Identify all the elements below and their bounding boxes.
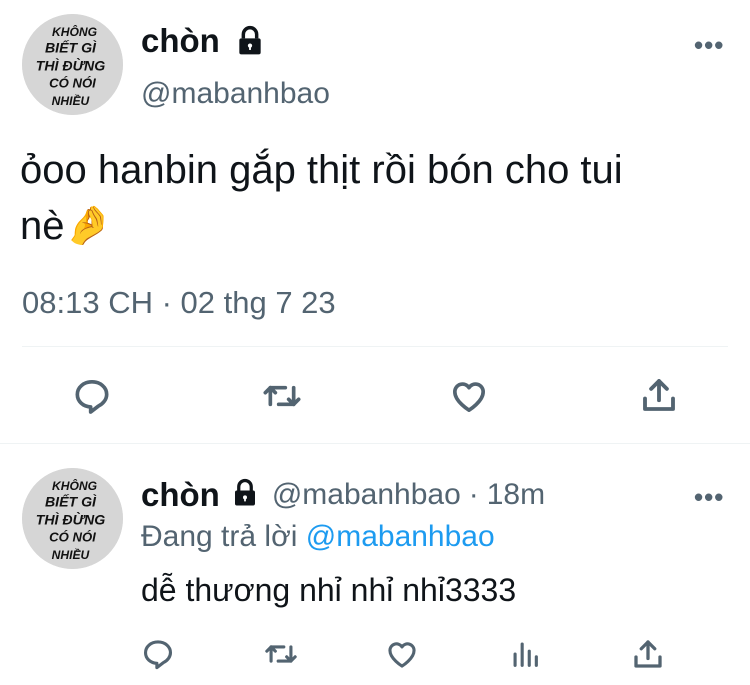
svg-text:CÓ NÓI: CÓ NÓI: [49, 76, 96, 91]
reply-icon[interactable]: [141, 637, 175, 676]
replying-prefix: Đang trả lời: [141, 520, 298, 553]
reply-header: chòn @mabanhbao · 18m: [141, 476, 545, 514]
svg-text:THÌ ĐỪNG: THÌ ĐỪNG: [36, 511, 106, 528]
retweet-icon[interactable]: [260, 376, 304, 421]
reply-display-name[interactable]: chòn: [141, 476, 220, 514]
svg-text:KHÔNG: KHÔNG: [52, 24, 98, 39]
like-icon[interactable]: [384, 637, 420, 676]
pinched-fingers-emoji: 🤌: [64, 205, 112, 247]
tweet-text-line-2: nè: [20, 204, 65, 248]
retweet-icon[interactable]: [262, 637, 300, 676]
svg-text:NHIỀU: NHIỀU: [52, 547, 90, 562]
handle[interactable]: @mabanhbao: [141, 77, 330, 111]
timestamp[interactable]: 08:13 CH · 02 thg 7 23: [22, 285, 336, 321]
avatar-image: KHÔNG BIẾT GÌ THÌ ĐỪNG CÓ NÓI NHIỀU: [22, 14, 123, 115]
share-icon[interactable]: [638, 374, 680, 421]
svg-text:CÓ NÓI: CÓ NÓI: [49, 530, 96, 545]
tweet-text-line: ỏoo hanbin gắp thịt rồi bón cho tui: [20, 148, 623, 192]
replying-to-mention[interactable]: @mabanhbao: [306, 520, 495, 553]
divider: [22, 346, 728, 347]
tweet-text-line: nè 🤌: [20, 198, 740, 254]
reply-handle[interactable]: @mabanhbao: [272, 478, 461, 512]
more-icon[interactable]: •••: [694, 30, 724, 61]
reply-icon[interactable]: [72, 376, 112, 421]
avatar[interactable]: KHÔNG BIẾT GÌ THÌ ĐỪNG CÓ NÓI NHIỀU: [22, 14, 123, 115]
lock-icon: [232, 25, 268, 57]
like-icon[interactable]: [448, 376, 490, 421]
separator: ·: [468, 478, 479, 511]
svg-text:THÌ ĐỪNG: THÌ ĐỪNG: [36, 57, 106, 74]
svg-text:NHIỀU: NHIỀU: [52, 93, 90, 108]
display-name[interactable]: chòn: [141, 22, 220, 60]
share-icon[interactable]: [630, 636, 666, 677]
svg-text:BIẾT GÌ: BIẾT GÌ: [45, 492, 97, 509]
lock-icon: [228, 478, 262, 513]
tweet-text: ỏoo hanbin gắp thịt rồi bón cho tui nè 🤌: [20, 142, 740, 254]
reply-text: dễ thương nhỉ nhỉ nhỉ3333: [141, 572, 517, 608]
more-icon[interactable]: •••: [694, 482, 724, 513]
avatar-image: KHÔNG BIẾT GÌ THÌ ĐỪNG CÓ NÓI NHIỀU: [22, 468, 123, 569]
analytics-icon[interactable]: [508, 637, 542, 676]
section-divider: [0, 443, 750, 444]
svg-text:KHÔNG: KHÔNG: [52, 478, 98, 493]
replying-to: Đang trả lời @mabanhbao: [141, 520, 495, 554]
reply-avatar[interactable]: KHÔNG BIẾT GÌ THÌ ĐỪNG CÓ NÓI NHIỀU: [22, 468, 123, 569]
time-ago[interactable]: 18m: [487, 478, 545, 512]
svg-text:BIẾT GÌ: BIẾT GÌ: [45, 38, 97, 55]
